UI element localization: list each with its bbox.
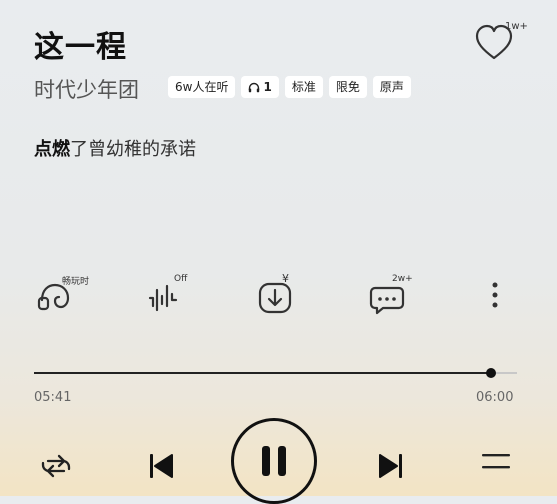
sound-effect-button[interactable]: Off [146, 270, 216, 320]
quality-tag[interactable]: 标准 [284, 76, 323, 98]
download-button[interactable]: ¥ [257, 270, 327, 320]
song-title: 这一程 [34, 30, 127, 65]
repeat-icon [41, 454, 71, 478]
previous-button[interactable] [138, 446, 182, 486]
listeners-count: 6w人在听 [175, 80, 229, 94]
current-time: 05:41 [34, 390, 72, 405]
progress-thumb[interactable] [486, 368, 497, 378]
artist-name[interactable]: 时代少年团 [34, 74, 139, 104]
download-icon [258, 282, 292, 314]
tag-row: 6w人在听 1 标准 限免 原声 [168, 76, 411, 98]
headphones-count: 1 [263, 80, 272, 94]
favorite-button[interactable]: 1w+ [468, 18, 528, 64]
more-button[interactable] [485, 270, 505, 320]
lyric-line[interactable]: 点燃了曾幼稚的承诺 [34, 135, 196, 161]
quality-label: 标准 [291, 80, 316, 94]
progress-slider[interactable] [34, 368, 517, 378]
headphones-tag[interactable]: 1 [241, 76, 279, 98]
play-mode-button[interactable]: 畅玩时 [36, 270, 106, 320]
lyric-rest: 了曾幼稚的承诺 [70, 139, 196, 160]
progress-fill [34, 372, 492, 374]
skip-next-icon [379, 454, 402, 478]
original-tag[interactable]: 原声 [372, 76, 411, 98]
play-pause-button[interactable] [231, 418, 317, 504]
playlist-menu-icon [482, 454, 510, 469]
next-button[interactable] [370, 446, 414, 486]
pause-icon [262, 446, 286, 476]
total-duration: 06:00 [476, 390, 514, 405]
download-paid-badge: ¥ [282, 272, 289, 285]
free-tag[interactable]: 限免 [328, 76, 367, 98]
lyric-highlight: 点燃 [34, 139, 70, 160]
free-label: 限免 [335, 80, 360, 94]
listeners-tag: 6w人在听 [168, 76, 236, 98]
playlist-button[interactable] [474, 442, 518, 482]
comments-button[interactable]: 2w+ [369, 270, 439, 320]
skip-previous-icon [150, 454, 173, 478]
comment-count: 2w+ [392, 274, 413, 284]
headphones-icon [249, 82, 260, 92]
play-mode-label: 畅玩时 [62, 277, 90, 287]
original-label: 原声 [379, 80, 404, 94]
more-vertical-icon [492, 282, 498, 308]
effect-status: Off [174, 274, 188, 284]
favorite-count: 1w+ [505, 21, 528, 32]
loop-button[interactable] [34, 446, 78, 486]
